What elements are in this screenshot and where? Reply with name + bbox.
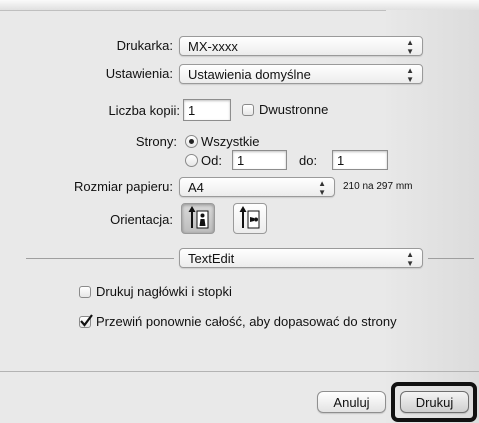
section-divider-right (428, 258, 474, 259)
pages-from-value: 1 (237, 153, 245, 168)
printer-value: MX-xxxx (188, 39, 238, 54)
copies-value: 1 (188, 103, 196, 118)
duplex-label: Dwustronne (259, 102, 329, 117)
orientation-landscape-button[interactable] (233, 203, 267, 234)
paper-label: Rozmiar papieru: (74, 179, 173, 194)
section-divider-left (26, 258, 174, 259)
section-value: TextEdit (188, 251, 235, 266)
pages-all-radio[interactable] (185, 135, 198, 148)
presets-popup[interactable]: Ustawienia domyślne ▲ ▼ (179, 64, 423, 84)
print-button-label: Drukuj (415, 395, 454, 410)
pages-to-field[interactable]: 1 (332, 150, 388, 170)
checkmark-icon (80, 314, 93, 327)
paper-value: A4 (188, 180, 204, 195)
copies-field[interactable]: 1 (183, 99, 231, 121)
updown-arrows-icon: ▲ ▼ (318, 179, 326, 197)
updown-arrows-icon: ▲ ▼ (406, 38, 414, 56)
pages-from-label: Od: (201, 153, 222, 168)
pages-from-field[interactable]: 1 (232, 150, 287, 170)
paper-popup[interactable]: A4 ▲ ▼ (179, 177, 335, 197)
copies-label: Liczba kopii: (108, 103, 180, 118)
rewrap-checkbox[interactable] (79, 314, 93, 328)
landscape-icon (239, 206, 260, 229)
duplex-checkbox[interactable] (242, 104, 254, 116)
rewrap-label: Przewiń ponownie całość, aby dopasować d… (96, 314, 397, 329)
headers-footers-checkbox[interactable] (79, 286, 91, 298)
presets-value: Ustawienia domyślne (188, 67, 311, 82)
pages-range-radio[interactable] (185, 154, 198, 167)
cancel-button[interactable]: Anuluj (317, 391, 386, 413)
section-popup[interactable]: TextEdit ▲ ▼ (179, 248, 423, 268)
printer-popup[interactable]: MX-xxxx ▲ ▼ (179, 36, 423, 56)
print-button[interactable]: Drukuj (400, 391, 469, 413)
footer-separator (0, 371, 479, 372)
updown-arrows-icon: ▲ ▼ (406, 66, 414, 84)
cancel-button-label: Anuluj (333, 395, 370, 410)
orientation-portrait-button[interactable] (181, 203, 215, 234)
paper-dimensions: 210 na 297 mm (343, 181, 413, 192)
pages-label: Strony: (135, 134, 177, 149)
printer-label: Drukarka: (116, 38, 173, 53)
pages-to-value: 1 (337, 153, 345, 168)
pages-all-label: Wszystkie (201, 134, 260, 149)
updown-arrows-icon: ▲ ▼ (406, 250, 414, 268)
headers-footers-label: Drukuj nagłówki i stopki (96, 284, 232, 299)
portrait-icon (188, 206, 209, 229)
orientation-label: Orientacja: (110, 212, 173, 227)
pages-to-label: do: (299, 153, 318, 168)
presets-label: Ustawienia: (105, 66, 173, 81)
